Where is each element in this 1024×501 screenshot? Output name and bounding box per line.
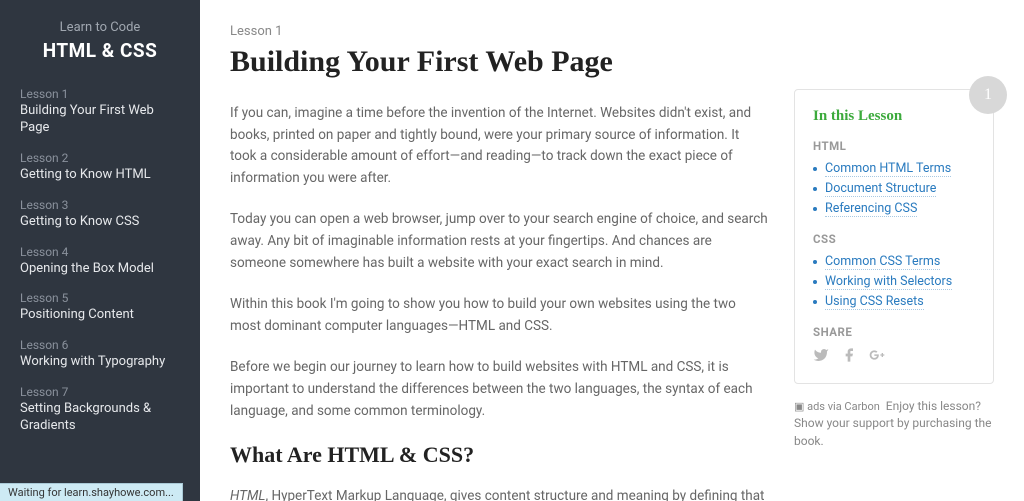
twitter-icon[interactable] (813, 347, 829, 363)
toc-card: 1 In this Lesson HTML Common HTML TermsD… (794, 89, 994, 384)
toc-group-html: HTML (813, 139, 975, 153)
ads-placeholder: ▣ ads via Carbon (794, 400, 880, 413)
definition-p: HTML, HyperText Markup Language, gives c… (230, 486, 768, 501)
sidebar-item-lesson-5[interactable]: Lesson 5 Positioning Content (0, 284, 200, 331)
toc-link[interactable]: Working with Selectors (813, 274, 975, 289)
lesson-num: Lesson 5 (20, 291, 180, 305)
intro-p4: Before we begin our journey to learn how… (230, 357, 768, 422)
lesson-title: Positioning Content (20, 307, 180, 324)
site-title[interactable]: HTML & CSS (20, 39, 180, 62)
aside: 1 In this Lesson HTML Common HTML TermsD… (794, 89, 994, 501)
sidebar: Learn to Code HTML & CSS Lesson 1 Buildin… (0, 0, 200, 501)
toc-group-css: CSS (813, 232, 975, 246)
toc-link[interactable]: Document Structure (813, 181, 975, 196)
share-icons (813, 347, 975, 363)
toc-link[interactable]: Referencing CSS (813, 201, 975, 216)
lesson-title: Building Your First Web Page (20, 103, 180, 137)
section-heading: What Are HTML & CSS? (230, 442, 768, 468)
lesson-num: Lesson 2 (20, 151, 180, 165)
lesson-badge: 1 (969, 76, 1007, 114)
toc-list-html: Common HTML Terms Document Structure Refer… (813, 161, 975, 216)
browser-status-bar: Waiting for learn.shayhowe.com... (0, 483, 183, 501)
article: Lesson 1 Building Your First Web Page If… (230, 24, 768, 501)
lesson-nav: Lesson 1Building Your First Web PageLess… (0, 80, 200, 442)
lesson-num: Lesson 3 (20, 198, 180, 212)
sidebar-item-lesson-6[interactable]: Lesson 6 Working with Typography (0, 331, 200, 378)
lesson-label: Lesson 1 (230, 24, 768, 39)
lesson-title: Getting to Know CSS (20, 214, 180, 231)
share-label: SHARE (813, 325, 975, 339)
sidebar-header: Learn to Code HTML & CSS (0, 20, 200, 80)
sidebar-item-lesson-1[interactable]: Lesson 1 Building Your First Web Page (0, 80, 200, 144)
toc-link[interactable]: Using CSS Resets (813, 294, 975, 309)
facebook-icon[interactable] (841, 347, 857, 363)
toc-title: In this Lesson (813, 108, 975, 125)
toc-list-css: Common CSS Terms Working with Selectors Us… (813, 254, 975, 309)
html-term: HTML (230, 488, 265, 501)
sidebar-item-lesson-2[interactable]: Lesson 2 Getting to Know HTML (0, 144, 200, 191)
page-title: Building Your First Web Page (230, 45, 768, 79)
sidebar-item-lesson-4[interactable]: Lesson 4 Opening the Box Model (0, 238, 200, 285)
lesson-num: Lesson 6 (20, 338, 180, 352)
lesson-title: Setting Backgrounds & Gradients (20, 401, 180, 435)
sidebar-item-lesson-3[interactable]: Lesson 3 Getting to Know CSS (0, 191, 200, 238)
toc-link[interactable]: Common CSS Terms (813, 254, 975, 269)
intro-p3: Within this book I'm going to show you h… (230, 294, 768, 337)
lesson-num: Lesson 7 (20, 385, 180, 399)
lesson-num: Lesson 1 (20, 87, 180, 101)
intro-p1: If you can, imagine a time before the in… (230, 103, 768, 189)
learn-label: Learn to Code (20, 20, 180, 35)
lesson-title: Working with Typography (20, 354, 180, 371)
lesson-title: Opening the Box Model (20, 261, 180, 278)
toc-link[interactable]: Common HTML Terms (813, 161, 975, 176)
lesson-num: Lesson 4 (20, 245, 180, 259)
promo: ▣ ads via Carbon Enjoy this lesson? Show… (794, 398, 994, 450)
intro-p2: Today you can open a web browser, jump o… (230, 209, 768, 274)
google-plus-icon[interactable] (869, 347, 885, 363)
sidebar-item-lesson-7[interactable]: Lesson 7 Setting Backgrounds & Gradients (0, 378, 200, 442)
main-content: Lesson 1 Building Your First Web Page If… (200, 0, 1024, 501)
lesson-title: Getting to Know HTML (20, 167, 180, 184)
